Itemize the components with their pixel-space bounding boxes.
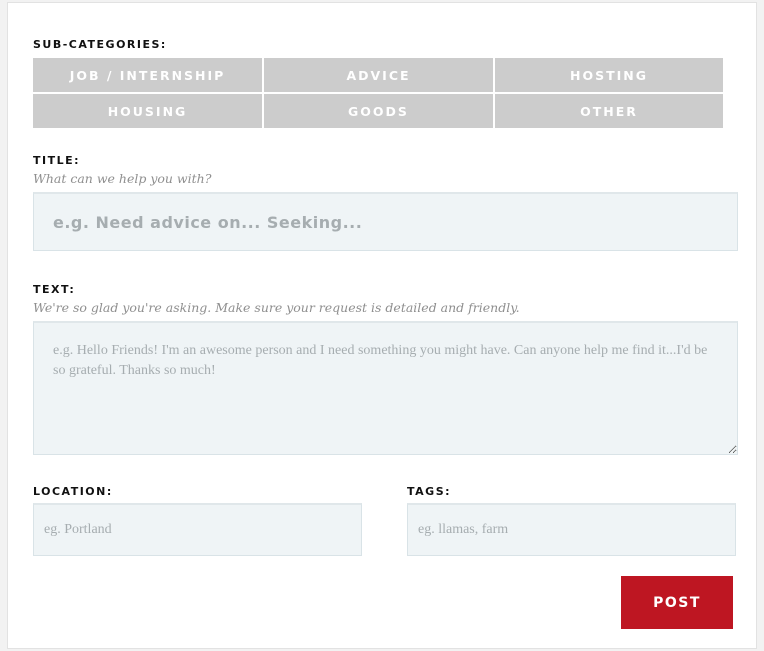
subcategory-job-internship[interactable]: JOB / INTERNSHIP [33, 58, 262, 92]
text-label: TEXT: [33, 283, 76, 296]
subcategory-other[interactable]: OTHER [495, 94, 723, 128]
post-button[interactable]: POST [621, 576, 733, 629]
text-hint: We're so glad you're asking. Make sure y… [33, 300, 520, 315]
subcategory-advice[interactable]: ADVICE [264, 58, 493, 92]
subcategory-grid: JOB / INTERNSHIP ADVICE HOSTING HOUSING … [33, 58, 725, 128]
subcategory-goods[interactable]: GOODS [264, 94, 493, 128]
tags-input[interactable] [407, 503, 736, 556]
title-label: TITLE: [33, 154, 81, 167]
title-input[interactable] [33, 192, 738, 251]
subcategory-hosting[interactable]: HOSTING [495, 58, 723, 92]
location-input[interactable] [33, 503, 362, 556]
text-textarea[interactable] [33, 321, 738, 455]
title-hint: What can we help you with? [33, 171, 212, 186]
post-form-panel: SUB-CATEGORIES: JOB / INTERNSHIP ADVICE … [7, 2, 757, 649]
location-label: LOCATION: [33, 485, 113, 498]
tags-label: TAGS: [407, 485, 452, 498]
subcategory-housing[interactable]: HOUSING [33, 94, 262, 128]
subcategories-label: SUB-CATEGORIES: [33, 38, 167, 51]
